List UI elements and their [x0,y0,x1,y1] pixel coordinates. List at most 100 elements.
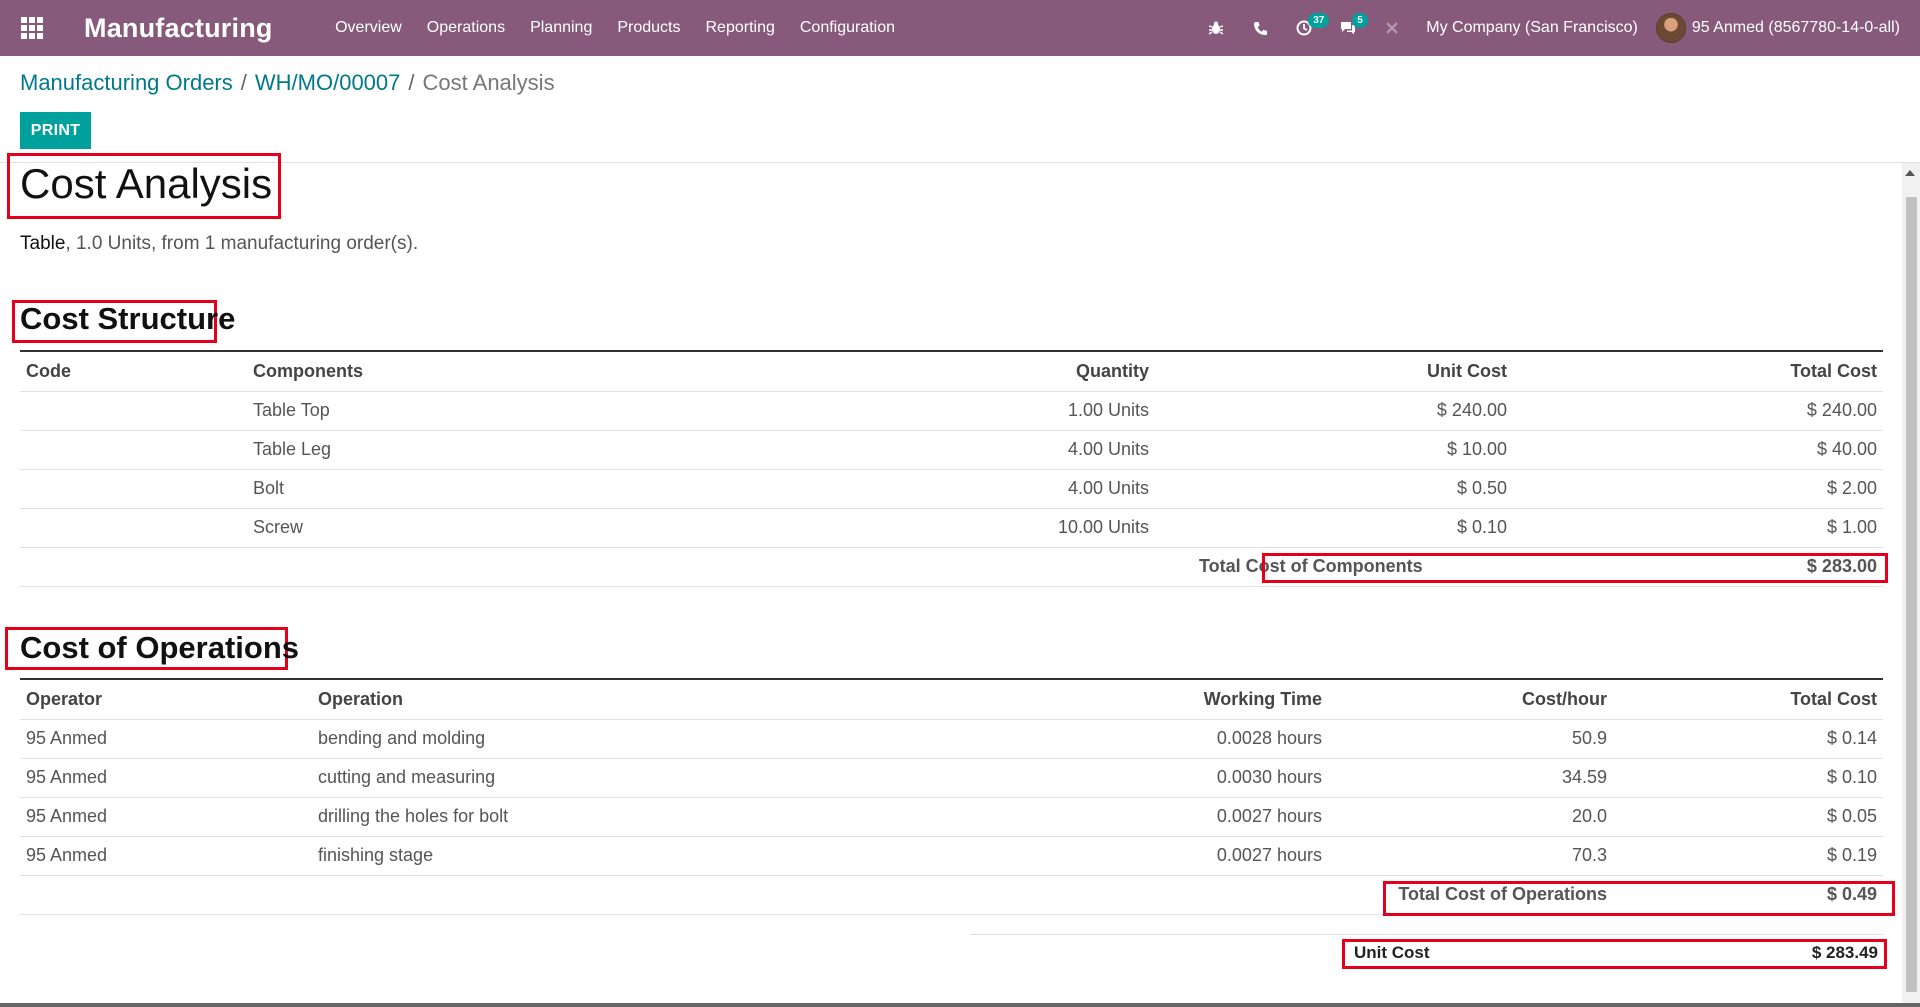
total-cost-cell: $ 0.05 [1613,797,1883,837]
column-header-components: Components [247,350,777,392]
unit-cost-cell: $ 0.50 [1155,469,1513,509]
component-link[interactable]: Bolt [247,469,777,509]
menu-overview[interactable]: Overview [323,0,415,56]
user-name: 95 Anmed (8567780-14-0-all) [1691,19,1900,36]
operator-cell: 95 Anmed [20,836,312,876]
breadcrumb-separator: / [240,70,247,95]
code-cell [20,508,247,548]
cost-operations-table: Operator Operation Working Time Cost/hou… [20,678,1883,915]
app-name[interactable]: Manufacturing [84,13,273,44]
avatar [1655,13,1686,43]
menu-operations[interactable]: Operations [414,0,517,56]
top-navbar: Manufacturing Overview Operations Planni… [0,0,1920,56]
apps-menu-button[interactable] [0,0,64,56]
operation-link[interactable]: cutting and measuring [312,758,890,798]
apps-grid-icon [21,17,43,39]
cost-structure-heading: Cost Structure [20,301,236,336]
menu-planning[interactable]: Planning [518,0,605,56]
unit-cost-divider [970,934,1884,935]
components-total-highlight-box [1262,553,1888,583]
column-header-total-cost: Total Cost [1513,350,1883,392]
user-menu[interactable]: 95 Anmed (8567780-14-0-all) [1655,13,1920,43]
table-row: Screw 10.00 Units $ 0.10 $ 1.00 [20,508,1883,548]
menu-configuration[interactable]: Configuration [787,0,907,56]
quantity-cell: 4.00 Units [777,469,1155,509]
table-row: 95 Anmed bending and molding 0.0028 hour… [20,719,1883,759]
report-summary: Table, 1.0 Units, from 1 manufacturing o… [20,233,418,255]
code-cell [20,430,247,470]
quantity-cell: 10.00 Units [777,508,1155,548]
quantity-cell: 4.00 Units [777,430,1155,470]
page-title: Cost Analysis [20,160,273,207]
table-row: Table Top 1.00 Units $ 240.00 $ 240.00 [20,391,1883,431]
working-time-cell: 0.0027 hours [890,797,1328,837]
close-icon[interactable] [1370,0,1414,56]
total-cost-cell: $ 0.10 [1613,758,1883,798]
operation-link[interactable]: finishing stage [312,836,890,876]
total-cost-cell: $ 240.00 [1513,391,1883,431]
bottom-edge [0,1003,1920,1007]
unit-cost-cell: $ 240.00 [1155,391,1513,431]
breadcrumb-mo-reference[interactable]: WH/MO/00007 [255,70,401,96]
total-cost-cell: $ 2.00 [1513,469,1883,509]
component-link[interactable]: Table Top [247,391,777,431]
breadcrumb-current: Cost Analysis [422,70,555,95]
scrollbar-thumb[interactable] [1906,197,1917,992]
print-button[interactable]: PRINT [20,112,91,149]
column-header-operator: Operator [20,678,312,720]
control-panel-divider [0,162,1920,163]
column-header-unit-cost: Unit Cost [1155,350,1513,392]
component-link[interactable]: Screw [247,508,777,548]
column-header-quantity: Quantity [777,350,1155,392]
table-row: 95 Anmed drilling the holes for bolt 0.0… [20,797,1883,837]
chat-icon[interactable]: 5 [1326,0,1370,56]
working-time-cell: 0.0030 hours [890,758,1328,798]
bug-icon[interactable] [1194,0,1238,56]
table-row: 95 Anmed cutting and measuring 0.0030 ho… [20,758,1883,798]
total-cost-cell: $ 0.19 [1613,836,1883,876]
clock-icon[interactable]: 37 [1282,0,1330,56]
main-menu: Overview Operations Planning Products Re… [323,0,908,56]
table-row: 95 Anmed finishing stage 0.0027 hours 70… [20,836,1883,876]
cost-structure-table: Code Components Quantity Unit Cost Total… [20,350,1883,587]
unit-cost-cell: $ 10.00 [1155,430,1513,470]
total-cost-cell: $ 40.00 [1513,430,1883,470]
table-row: Bolt 4.00 Units $ 0.50 $ 2.00 [20,469,1883,509]
message-count-badge: 5 [1352,13,1368,28]
operation-link[interactable]: bending and molding [312,719,890,759]
column-header-operation: Operation [312,678,890,720]
total-cost-cell: $ 1.00 [1513,508,1883,548]
menu-reporting[interactable]: Reporting [693,0,787,56]
breadcrumb: Manufacturing Orders / WH/MO/00007 / Cos… [20,70,555,96]
phone-icon[interactable] [1238,0,1282,56]
total-cost-cell: $ 0.14 [1613,719,1883,759]
working-time-cell: 0.0028 hours [890,719,1328,759]
cost-per-hour-cell: 34.59 [1328,758,1613,798]
column-header-code: Code [20,350,247,392]
quantity-cell: 1.00 Units [777,391,1155,431]
component-link[interactable]: Table Leg [247,430,777,470]
working-time-cell: 0.0027 hours [890,836,1328,876]
summary-text: , 1.0 Units, from 1 manufacturing order(… [65,233,419,254]
table-row: Table Leg 4.00 Units $ 10.00 $ 40.00 [20,430,1883,470]
operations-total-highlight-box [1383,881,1895,916]
product-name: Table [20,233,66,254]
unit-cost-cell: $ 0.10 [1155,508,1513,548]
company-switcher[interactable]: My Company (San Francisco) [1414,19,1656,37]
scroll-up-arrow-icon[interactable] [1905,170,1915,176]
operation-link[interactable]: drilling the holes for bolt [312,797,890,837]
column-header-total-cost: Total Cost [1613,678,1883,720]
column-header-cost-per-hour: Cost/hour [1328,678,1613,720]
unit-cost-highlight-box [1342,939,1887,969]
systray: 37 5 My Company (San Francisco) 95 Anmed… [1194,0,1920,56]
cost-operations-heading: Cost of Operations [20,630,300,665]
table-header-row: Operator Operation Working Time Cost/hou… [20,678,1883,720]
code-cell [20,391,247,431]
menu-products[interactable]: Products [605,0,693,56]
cost-per-hour-cell: 50.9 [1328,719,1613,759]
breadcrumb-manufacturing-orders[interactable]: Manufacturing Orders [20,70,233,96]
operator-cell: 95 Anmed [20,719,312,759]
cost-per-hour-cell: 20.0 [1328,797,1613,837]
breadcrumb-separator: / [408,70,415,95]
cost-per-hour-cell: 70.3 [1328,836,1613,876]
